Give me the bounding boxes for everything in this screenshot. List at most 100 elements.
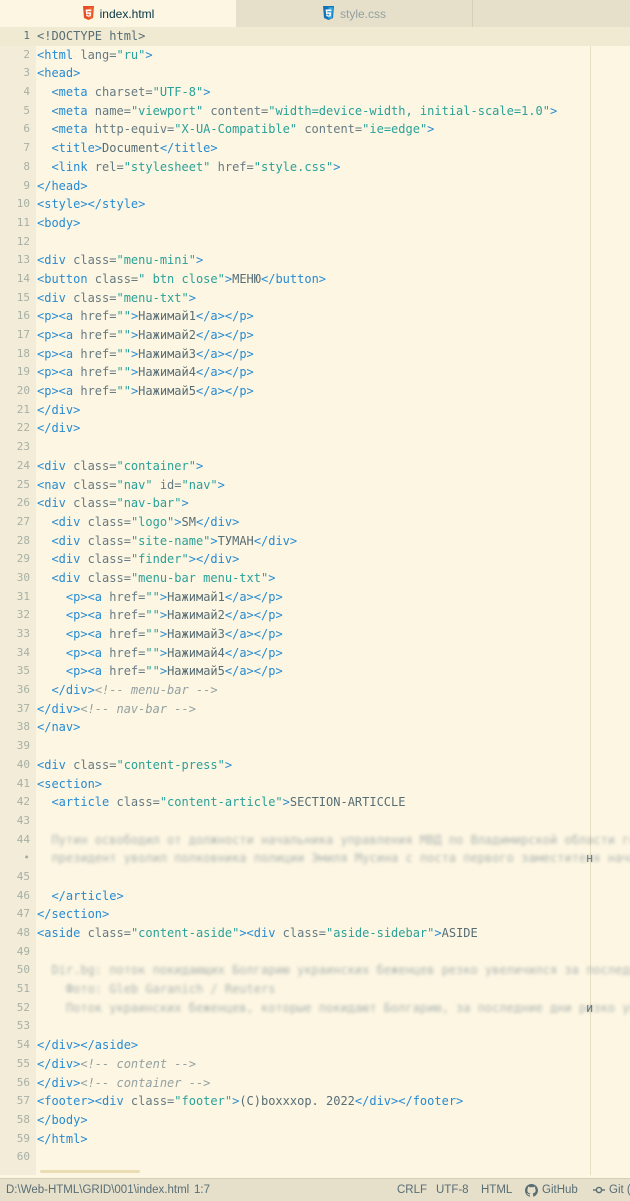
code-token: "aside-sidebar" — [326, 926, 435, 940]
line-code: <style></style> — [37, 195, 145, 214]
code-line[interactable]: 55 </div><!-- content --> — [0, 1055, 630, 1074]
code-token: class= — [65, 290, 117, 305]
code-line[interactable]: 2 <html lang="ru"> — [0, 46, 630, 65]
code-token: Нажимай2 — [167, 608, 225, 623]
code-line[interactable]: 5 <meta name="viewport" content="width=d… — [0, 102, 630, 121]
tab-index-html[interactable]: index.html — [0, 0, 236, 27]
code-line[interactable]: 47 </section> — [0, 905, 630, 924]
code-line[interactable]: 51 Фото: Gleb Garanich / Reuters — [0, 980, 630, 999]
code-line[interactable]: 50 Dir.bg: поток покидающих Болгарию укр… — [0, 961, 630, 980]
code-line[interactable]: 27 <div class="logo">SM</div> — [0, 513, 630, 532]
code-token: Document — [102, 141, 160, 156]
code-line[interactable]: 10 <style></style> — [0, 195, 630, 214]
code-line[interactable]: 25 <nav class="nav" id="nav"> — [0, 476, 630, 495]
blurred-text: Dir.bg: поток покидающих Болгарию украин… — [51, 963, 630, 978]
code-line[interactable]: 31 <p><a href="">Нажимай1</a></p> — [0, 588, 630, 607]
code-line[interactable]: 52 Поток украинских беженцев, которые по… — [0, 999, 630, 1018]
code-line[interactable]: 16 <p><a href="">Нажимай1</a></p> — [0, 307, 630, 326]
code-line[interactable]: 38 </nav> — [0, 718, 630, 737]
line-code: </head> — [37, 177, 88, 196]
code-line[interactable]: 45 — [0, 868, 630, 887]
code-token: > — [427, 122, 435, 137]
code-line[interactable]: 24 <div class="container"> — [0, 457, 630, 476]
code-line[interactable]: 20 <p><a href="">Нажимай5</a></p> — [0, 382, 630, 401]
code-token: > — [434, 926, 442, 940]
github-button[interactable]: GitHub — [525, 1179, 578, 1201]
code-line[interactable]: 6 <meta http-equiv="X-UA-Compatible" con… — [0, 120, 630, 139]
code-line[interactable]: 35 <p><a href="">Нажимай5</a></p> — [0, 662, 630, 681]
code-comment: <!-- content --> — [80, 1056, 196, 1071]
code-line[interactable]: 17 <p><a href="">Нажимай2</a></p> — [0, 326, 630, 345]
code-token: "nav" — [116, 477, 153, 492]
code-line[interactable]: 56 </div><!-- container --> — [0, 1074, 630, 1093]
code-token: "site-name" — [130, 533, 211, 548]
code-line[interactable]: 12 — [0, 233, 630, 252]
line-ending-selector[interactable]: CRLF — [397, 1179, 427, 1201]
code-line[interactable]: 30 <div class="menu-bar menu-txt"> — [0, 569, 630, 588]
code-line[interactable]: 4 <meta charset="UTF-8"> — [0, 83, 630, 102]
code-line[interactable]: 19 <p><a href="">Нажимай4</a></p> — [0, 363, 630, 382]
line-code: <article class="content-article">SECTION… — [37, 793, 405, 812]
code-line[interactable]: 15 <div class="menu-txt"> — [0, 289, 630, 308]
code-line[interactable]: 13 <div class="menu-mini"> — [0, 251, 630, 270]
code-line[interactable]: 3 <head> — [0, 64, 630, 83]
code-line[interactable]: 58 </body> — [0, 1111, 630, 1130]
encoding-selector[interactable]: UTF-8 — [436, 1179, 469, 1201]
code-line[interactable]: 22 </div> — [0, 419, 630, 438]
code-line[interactable]: 40 <div class="content-press"> — [0, 756, 630, 775]
code-line[interactable]: 18 <p><a href="">Нажимай3</a></p> — [0, 345, 630, 364]
horizontal-scroll-indicator[interactable] — [40, 1170, 140, 1173]
git-commit-icon — [593, 1186, 605, 1194]
syntax-selector[interactable]: HTML — [481, 1179, 512, 1201]
code-editor[interactable]: 1 <!DOCTYPE html> 2 <html lang="ru"> 3 <head>… — [0, 27, 630, 1175]
code-line[interactable]: • президент уволил полковника полиции Эм… — [0, 849, 630, 868]
code-line[interactable]: 28 <div class="site-name">ТУМАН</div> — [0, 532, 630, 551]
code-line[interactable]: 1 <!DOCTYPE html> — [0, 27, 630, 46]
code-line[interactable]: 57 <footer><div class="footer">(C)boxxxop… — [0, 1092, 630, 1111]
git-button[interactable]: Git (0) — [593, 1179, 630, 1201]
code-line[interactable]: 11 <body> — [0, 214, 630, 233]
code-token: Нажимай5 — [167, 664, 225, 679]
cursor-position[interactable]: 1:7 — [194, 1179, 210, 1201]
code-line[interactable]: 49 — [0, 943, 630, 962]
code-token: "menu-bar menu-txt" — [130, 570, 269, 585]
code-line[interactable]: 32 <p><a href="">Нажимай2</a></p> — [0, 606, 630, 625]
line-code: <div class="menu-bar menu-txt"> — [37, 569, 275, 588]
line-number: 59 — [16, 1131, 30, 1145]
code-token: Нажимай3 — [167, 627, 225, 641]
code-line[interactable]: 14 <button class=" btn close">МЕНЮ</butto… — [0, 270, 630, 289]
tab-style-css[interactable]: style.css — [236, 0, 473, 27]
line-code: <p><a href="">Нажимай5</a></p> — [37, 662, 283, 681]
line-number: 48 — [16, 926, 30, 939]
code-line[interactable]: 7 <title>Document</title> — [0, 139, 630, 158]
code-line[interactable]: 34 <p><a href="">Нажимай4</a></p> — [0, 644, 630, 663]
code-line[interactable]: 53 — [0, 1017, 630, 1036]
code-line[interactable]: 59 </html> — [0, 1130, 630, 1149]
code-line[interactable]: 8 <link rel="stylesheet" href="style.css… — [0, 158, 630, 177]
code-token: class= — [65, 496, 117, 511]
code-line[interactable]: 36 </div><!-- menu-bar --> — [0, 681, 630, 700]
code-line[interactable]: 60 — [0, 1148, 630, 1167]
code-token: "ie=edge" — [362, 122, 428, 137]
code-line[interactable]: 9 </head> — [0, 177, 630, 196]
code-line[interactable]: 37 </div><!-- nav-bar --> — [0, 700, 630, 719]
code-line[interactable]: 21 </div> — [0, 401, 630, 420]
code-line[interactable]: 29 <div class="finder"></div> — [0, 550, 630, 569]
line-code: <p><a href="">Нажимай4</a></p> — [37, 363, 254, 382]
code-line[interactable]: 43 — [0, 812, 630, 831]
code-line[interactable]: 23 — [0, 438, 630, 457]
code-area[interactable]: 1 <!DOCTYPE html> 2 <html lang="ru"> 3 <head>… — [0, 27, 630, 1167]
code-line[interactable]: 48 <aside class="content-aside"><div clas… — [0, 924, 630, 943]
code-line[interactable]: 26 <div class="nav-bar"> — [0, 494, 630, 513]
code-line[interactable]: 46 </article> — [0, 887, 630, 906]
code-token: </div> — [253, 533, 298, 548]
code-line[interactable]: 33 <p><a href="">Нажимай3</a></p> — [0, 625, 630, 644]
code-line[interactable]: 54 </div></aside> — [0, 1036, 630, 1055]
code-line[interactable]: 41 <section> — [0, 775, 630, 794]
code-line[interactable]: 39 — [0, 737, 630, 756]
code-line[interactable]: 44 Путин освободил от должности начальни… — [0, 831, 630, 850]
code-line[interactable]: 42 <article class="content-article">SECT… — [0, 793, 630, 812]
code-token: <p><a — [65, 627, 103, 641]
